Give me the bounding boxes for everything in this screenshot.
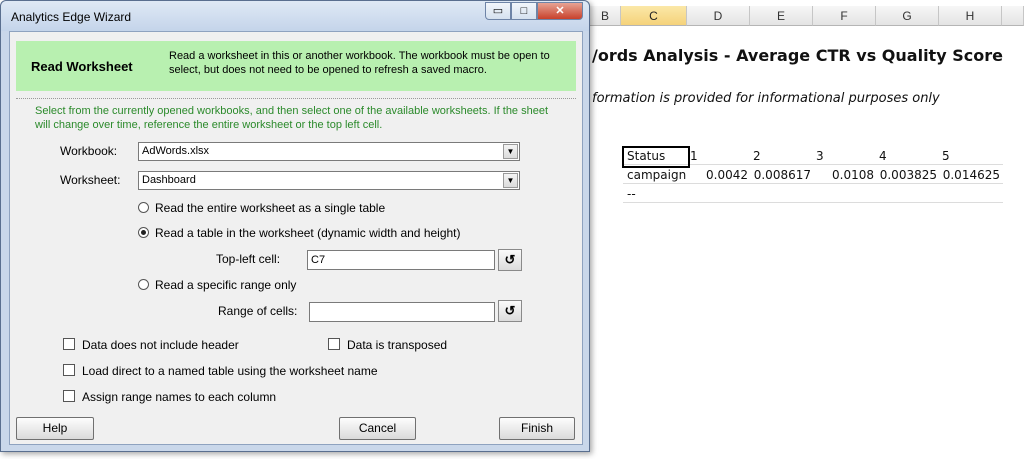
checkbox-label: Load direct to a named table using the w… [82, 364, 378, 378]
cell-picker-icon[interactable]: ↺ [498, 249, 522, 271]
checkbox-icon [63, 364, 75, 376]
workbook-label: Workbook: [60, 144, 118, 158]
column-header-b[interactable]: B [590, 6, 621, 26]
worksheet-value: Dashboard [142, 174, 196, 186]
banner-title: Read Worksheet [31, 59, 133, 74]
radio-icon [138, 202, 149, 213]
radio-label: Read the entire worksheet as a single ta… [155, 201, 386, 215]
instructions-text: Select from the currently opened workboo… [35, 105, 549, 131]
worksheet-label: Worksheet: [60, 173, 121, 187]
dialog-titlebar[interactable]: Analytics Edge Wizard ▭ □ ✕ [1, 1, 589, 31]
radio-specific-range[interactable]: Read a specific range only [138, 278, 296, 292]
column-header-g[interactable]: G [876, 6, 939, 26]
close-icon[interactable]: ✕ [537, 2, 583, 20]
checkbox-transposed[interactable]: Data is transposed [328, 338, 447, 352]
chevron-down-icon[interactable]: ▼ [503, 173, 518, 188]
maximize-icon[interactable]: □ [511, 2, 537, 20]
checkbox-load-named-table[interactable]: Load direct to a named table using the w… [63, 364, 378, 378]
checkbox-label: Data does not include header [82, 338, 239, 352]
sheet-title: /ords Analysis - Average CTR vs Quality … [592, 46, 1003, 65]
table-cell[interactable]: 0.003825 [876, 166, 937, 184]
table-cell[interactable]: 0.008617 [750, 166, 811, 184]
checkbox-no-header[interactable]: Data does not include header [63, 338, 239, 352]
checkbox-label: Assign range names to each column [82, 390, 277, 404]
step-banner: Read Worksheet Read a worksheet in this … [16, 41, 576, 91]
column-header-blank [1002, 6, 1024, 26]
table-cell[interactable]: 0.0108 [813, 166, 874, 184]
workbook-select[interactable]: AdWords.xlsx ▼ [138, 142, 520, 161]
dialog-body: Read Worksheet Read a worksheet in this … [9, 31, 583, 445]
column-header-h[interactable]: H [939, 6, 1002, 26]
column-header-d[interactable]: D [687, 6, 750, 26]
table-header-cell[interactable]: 4 [879, 147, 887, 165]
radio-label: Read a table in the worksheet (dynamic w… [155, 226, 461, 240]
banner-description: Read a worksheet in this or another work… [169, 50, 550, 76]
table-cell[interactable]: -- [627, 185, 636, 203]
column-header-e[interactable]: E [750, 6, 813, 26]
worksheet-select[interactable]: Dashboard ▼ [138, 171, 520, 190]
top-left-cell-label: Top-left cell: [216, 252, 281, 266]
range-of-cells-input[interactable] [309, 302, 495, 322]
table-header-cell[interactable]: 2 [753, 147, 761, 165]
column-header-c[interactable]: C [621, 6, 687, 26]
radio-dynamic-table[interactable]: Read a table in the worksheet (dynamic w… [138, 226, 461, 240]
finish-button[interactable]: Finish [499, 417, 575, 440]
chevron-down-icon[interactable]: ▼ [503, 144, 518, 159]
minimize-icon[interactable]: ▭ [485, 2, 511, 20]
checkbox-label: Data is transposed [347, 338, 448, 352]
table-header-cell[interactable]: Status [627, 147, 665, 165]
checkbox-assign-range-names[interactable]: Assign range names to each column [63, 390, 276, 404]
checkbox-icon [63, 338, 75, 350]
range-of-cells-label: Range of cells: [218, 304, 298, 318]
column-header-f[interactable]: F [813, 6, 876, 26]
sheet-subtitle: formation is provided for informational … [592, 91, 940, 106]
radio-entire-worksheet[interactable]: Read the entire worksheet as a single ta… [138, 201, 385, 215]
divider [16, 98, 576, 99]
radio-label: Read a specific range only [155, 278, 297, 292]
table-cell[interactable]: 0.0042 [687, 166, 748, 184]
table-header-cell[interactable]: 1 [690, 147, 698, 165]
table-header-cell[interactable]: 3 [816, 147, 824, 165]
dialog-title: Analytics Edge Wizard [11, 10, 132, 24]
analytics-edge-wizard-dialog: Analytics Edge Wizard ▭ □ ✕ Read Workshe… [0, 0, 590, 452]
checkbox-icon [63, 390, 75, 402]
radio-selected-icon [138, 227, 149, 238]
help-button[interactable]: Help [16, 417, 94, 440]
cancel-button[interactable]: Cancel [339, 417, 416, 440]
range-picker-icon[interactable]: ↺ [498, 300, 522, 322]
table-cell[interactable]: 0.014625 [939, 166, 1000, 184]
workbook-value: AdWords.xlsx [142, 145, 210, 157]
top-left-cell-input[interactable]: C7 [307, 250, 495, 270]
table-header-cell[interactable]: 5 [942, 147, 950, 165]
row-divider [623, 202, 1003, 203]
checkbox-icon [328, 338, 340, 350]
radio-icon [138, 279, 149, 290]
table-cell[interactable]: campaign [627, 166, 686, 184]
